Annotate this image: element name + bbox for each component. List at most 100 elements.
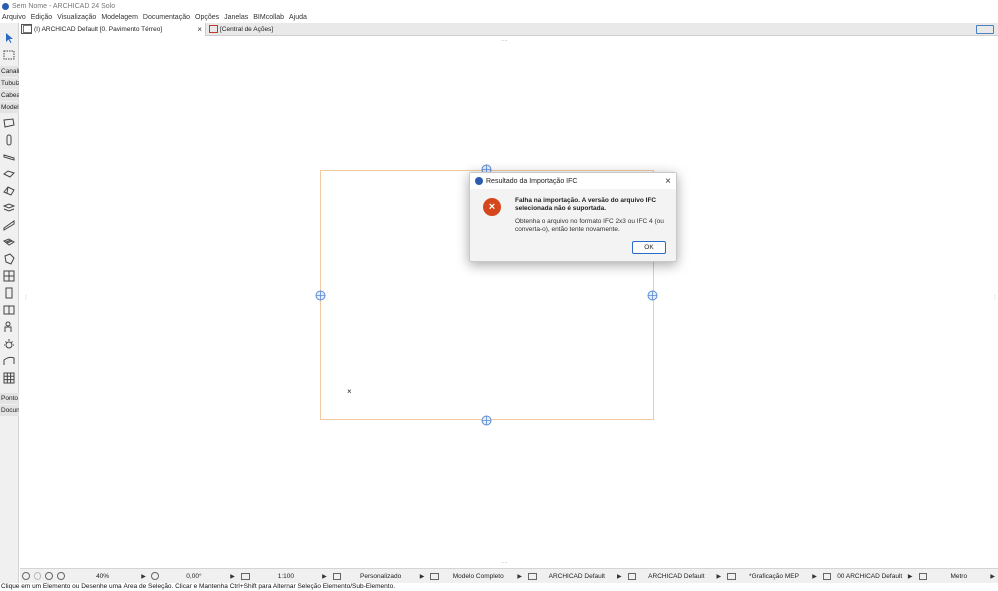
dimension-field[interactable]: 00 ARCHICAD Default [834,570,904,583]
slab-tool-icon[interactable] [3,168,15,180]
left-node-handle-icon[interactable] [315,290,326,301]
zoom-arrow-icon[interactable]: ▶ [141,573,146,580]
dialog-message: Obtenha o arquivo no formato IFC 2x3 ou … [515,218,664,233]
beam-tool-icon[interactable] [3,151,15,163]
right-edge-dots-icon: ⋮ [992,295,998,301]
dialog-title: Resultado da Importação IFC [486,177,578,185]
top-edge-dots-icon: .... [501,37,508,43]
toolbox-label-cabea[interactable]: Cabea [0,90,19,101]
redo-zoom-icon[interactable] [33,572,42,580]
window-title: Sem Nome - ARCHICAD 24 Solo [12,2,116,10]
toolbox-label-model[interactable]: Model [0,102,19,113]
units-icon[interactable] [918,572,928,580]
railing-tool-icon[interactable] [3,219,15,231]
wall-tool-icon[interactable] [3,117,15,129]
menu-bar: Arquivo Edição Visualização Modelagem Do… [0,12,998,23]
tab-close-icon[interactable]: × [197,25,202,34]
angle-arrow-icon[interactable]: ▶ [230,573,235,580]
angle-field[interactable]: 0,00° [161,570,228,583]
menu-opcoes[interactable]: Opções [193,14,222,21]
grid-tool-icon[interactable] [3,372,15,384]
archicad-logo-icon [2,2,9,10]
layers-icon[interactable] [332,572,342,580]
view-navigator-icon[interactable] [976,25,994,34]
menu-modelagem[interactable]: Modelagem [99,14,141,21]
origin-marker-icon: × [347,387,352,396]
ifc-import-result-dialog: Resultado da Importação IFC × × Falha na… [469,172,677,262]
menu-janelas[interactable]: Janelas [222,14,251,21]
door-tool-icon[interactable] [3,287,15,299]
tab-layout-icon[interactable] [21,24,32,34]
toolbox-label-ponto[interactable]: Ponto [0,393,19,404]
dialog-close-icon[interactable]: × [665,176,671,187]
menu-ajuda[interactable]: Ajuda [287,14,310,21]
tab-floor-plan-label: (I) ARCHICAD Default [0. Pavimento Térre… [34,25,163,33]
graphic-override-icon[interactable] [727,572,736,580]
scale-icon[interactable] [240,572,250,580]
units-arrow-icon[interactable]: ▶ [990,573,995,580]
ok-button[interactable]: OK [632,241,666,254]
units-field[interactable]: Metro [930,570,987,583]
pen-set-field[interactable]: ARCHICAD Default [540,570,614,583]
toolbox-palette: Canali Tubulz Cabea Model Ponto Docun [0,23,32,583]
scale-field[interactable]: 1:100 [253,570,320,583]
curtain-wall-tool-icon[interactable] [3,270,15,282]
zoom-in-icon[interactable] [45,572,54,580]
tab-action-center-label: [Central de Ações] [220,25,274,33]
menu-documentacao[interactable]: Documentação [141,14,193,21]
menu-edicao[interactable]: Edição [29,14,55,21]
zoom-field[interactable]: 40% [67,570,138,583]
graphic-override-arrow-icon[interactable]: ▶ [812,573,817,580]
zoom-out-icon[interactable] [57,572,65,580]
toolbox-label-docun[interactable]: Docun [0,405,19,416]
model-view-arrow-icon[interactable]: ▶ [517,573,522,580]
marquee-tool-icon[interactable] [3,49,15,61]
right-node-handle-icon[interactable] [647,290,658,301]
window-titlebar: Sem Nome - ARCHICAD 24 Solo [0,0,998,12]
tab-action-center[interactable]: [Central de Ações] [206,23,276,36]
toolbox-label-canali[interactable]: Canali [0,66,19,77]
pen-set-arrow-icon[interactable]: ▶ [617,573,622,580]
action-center-icon [209,25,218,33]
dimension-arrow-icon[interactable]: ▶ [908,573,913,580]
renovation-field[interactable]: ARCHICAD Default [639,570,713,583]
layer-combination-field[interactable]: Personalizado [344,570,416,583]
window-tool-icon[interactable] [3,304,15,316]
undo-zoom-icon[interactable] [22,572,30,580]
arrow-tool-icon[interactable] [3,32,15,44]
model-view-field[interactable]: Modelo Completo [442,570,514,583]
roof-tool-icon[interactable] [3,185,15,197]
layer-arrow-icon[interactable]: ▶ [420,573,425,580]
view-tab-bar: (I) ARCHICAD Default [0. Pavimento Térre… [20,22,998,36]
dialog-heading: Falha na importação. A versão do arquivo… [515,197,657,212]
menu-visualizacao[interactable]: Visualização [55,14,99,21]
column-tool-icon[interactable] [3,134,15,146]
bottom-node-handle-icon[interactable] [481,415,492,426]
status-hint: Clique em um Elemento ou Desenhe uma Áre… [0,583,998,591]
mesh-tool-icon[interactable] [3,236,15,248]
stair-tool-icon[interactable] [2,202,16,214]
dialog-titlebar: Resultado da Importação IFC [470,173,676,189]
menu-bimcollab[interactable]: BIMcollab [251,14,287,21]
error-icon: × [483,198,501,216]
rotate-icon[interactable] [150,572,159,580]
toolbox-label-tubulz[interactable]: Tubulz [0,78,19,89]
renovation-arrow-icon[interactable]: ▶ [716,573,721,580]
menu-arquivo[interactable]: Arquivo [0,14,29,21]
shell-tool-icon[interactable] [3,355,15,367]
renovation-icon[interactable] [627,572,637,580]
tab-floor-plan[interactable]: (I) ARCHICAD Default [0. Pavimento Térre… [20,22,206,36]
archicad-dialog-icon [475,177,483,185]
morph-tool-icon[interactable] [3,253,15,265]
object-tool-icon[interactable] [3,321,15,333]
lamp-tool-icon[interactable] [3,338,15,350]
bottom-edge-dots-icon: .... [501,559,508,565]
dimension-icon[interactable] [822,572,832,580]
pen-set-icon[interactable] [528,572,537,580]
graphic-override-field[interactable]: *Graficação MEP [739,570,809,583]
status-bar: 40% ▶ 0,00° ▶ 1:100 ▶ Personalizado ▶ Mo… [20,568,998,583]
left-edge-dots-icon: ⋮ [23,295,29,301]
scale-arrow-icon[interactable]: ▶ [322,573,327,580]
model-view-icon[interactable] [430,572,440,580]
floor-plan-canvas[interactable]: .... .... ⋮ ⋮ × [20,36,998,568]
